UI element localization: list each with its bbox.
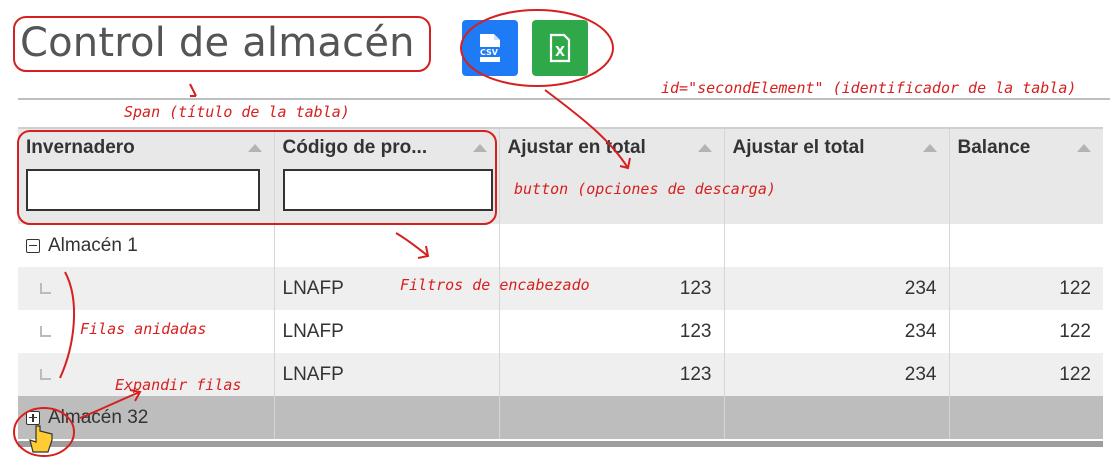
sort-arrow-icon[interactable] bbox=[1077, 144, 1091, 152]
cell-balance: 122 bbox=[949, 353, 1103, 396]
sort-arrow-icon[interactable] bbox=[697, 144, 712, 152]
table-row[interactable]: LNAFP 123 234 122 bbox=[18, 353, 1103, 396]
column-label: Código de pro... bbox=[282, 137, 428, 158]
column-label: Ajustar el total bbox=[732, 137, 865, 158]
data-grid: Invernadero Código de pro... Ajustar en … bbox=[18, 127, 1103, 439]
column-label: Invernadero bbox=[26, 137, 135, 158]
column-label: Balance bbox=[957, 137, 1031, 158]
expand-icon[interactable] bbox=[26, 410, 40, 425]
column-header-codigo[interactable]: Código de pro... bbox=[274, 127, 500, 224]
nested-row-icon bbox=[40, 282, 51, 294]
table-row[interactable]: LNAFP 123 234 122 bbox=[18, 310, 1103, 353]
csv-download-button[interactable]: CSV bbox=[462, 20, 518, 76]
page-title: Control de almacén bbox=[20, 20, 415, 66]
filter-input-invernadero[interactable] bbox=[26, 169, 260, 211]
cell-ajustar-en-total: 123 bbox=[499, 353, 725, 396]
cell-code: LNAFP bbox=[274, 267, 500, 310]
cell-ajustar-en-total: 123 bbox=[499, 310, 725, 353]
column-header-invernadero[interactable]: Invernadero bbox=[18, 127, 275, 224]
filter-input-codigo[interactable] bbox=[282, 169, 493, 211]
table-row[interactable]: LNAFP 123 234 122 bbox=[18, 267, 1103, 310]
csv-file-icon: CSV bbox=[478, 34, 500, 62]
group-label: Almacén 1 bbox=[48, 234, 138, 256]
column-header-ajustar-el-total[interactable]: Ajustar el total bbox=[724, 127, 950, 224]
column-label: Ajustar en total bbox=[507, 137, 646, 158]
cell-code: LNAFP bbox=[274, 310, 500, 353]
cell-balance: 122 bbox=[949, 267, 1103, 310]
title-divider bbox=[18, 98, 1110, 100]
group-row[interactable]: Almacén 1 bbox=[18, 224, 1103, 267]
excel-download-button[interactable]: X bbox=[532, 20, 588, 76]
cell-ajustar-el-total: 234 bbox=[724, 353, 950, 396]
id-annotation: id="secondElement" (identificador de la … bbox=[661, 79, 1076, 97]
nested-row-icon bbox=[40, 325, 51, 337]
collapse-icon[interactable] bbox=[26, 238, 40, 253]
column-header-balance[interactable]: Balance bbox=[949, 127, 1103, 224]
cell-code: LNAFP bbox=[274, 353, 500, 396]
cell-ajustar-el-total: 234 bbox=[724, 267, 950, 310]
nested-row-icon bbox=[40, 368, 51, 380]
span-annotation: Span (título de la tabla) bbox=[124, 103, 350, 121]
sort-arrow-icon[interactable] bbox=[922, 144, 937, 152]
group-row[interactable]: Almacén 32 bbox=[18, 396, 1103, 439]
group-label: Almacén 32 bbox=[48, 406, 149, 428]
cell-ajustar-el-total: 234 bbox=[724, 310, 950, 353]
cell-balance: 122 bbox=[949, 310, 1103, 353]
sort-arrow-icon[interactable] bbox=[247, 144, 262, 152]
csv-icon-label: CSV bbox=[480, 48, 499, 57]
title-arrow bbox=[189, 83, 197, 97]
cell-ajustar-en-total: 123 bbox=[499, 267, 725, 310]
excel-icon-label: X bbox=[555, 45, 565, 60]
sort-arrow-icon[interactable] bbox=[472, 144, 487, 152]
excel-file-icon: X bbox=[549, 33, 571, 63]
table-footer-bar bbox=[18, 441, 1103, 447]
column-header-ajustar-en-total[interactable]: Ajustar en total bbox=[499, 127, 725, 224]
